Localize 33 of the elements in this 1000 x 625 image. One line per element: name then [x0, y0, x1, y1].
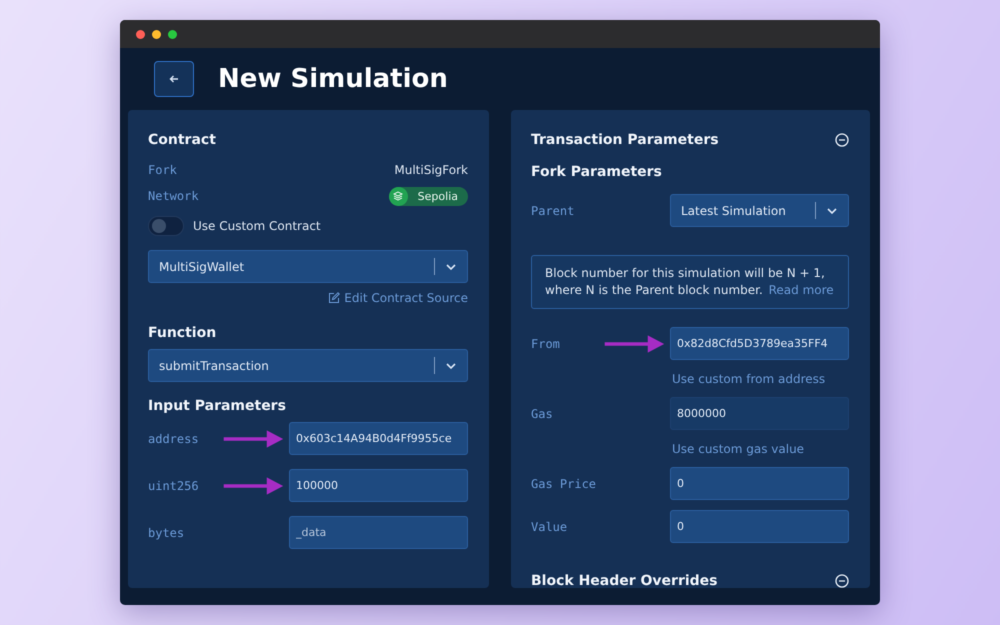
- field-label: Gas Price: [531, 476, 598, 490]
- network-badge: Sepolia: [388, 186, 468, 206]
- contract-select[interactable]: MultiSigWallet: [148, 250, 468, 283]
- section-heading: Block Header Overrides: [531, 573, 718, 589]
- section-subheading: Fork Parameters: [531, 164, 663, 180]
- toggle-label: Use Custom Contract: [193, 219, 321, 233]
- parameter-label: uint256: [148, 478, 200, 492]
- page-title: New Simulation: [218, 64, 448, 94]
- input-field[interactable]: 0: [670, 467, 849, 500]
- function-select[interactable]: submitTransaction: [148, 349, 468, 382]
- parameter-label: address: [148, 432, 200, 446]
- parent-select[interactable]: Latest Simulation: [670, 194, 849, 227]
- input-field[interactable]: 100000: [289, 469, 468, 502]
- field-label: Gas: [531, 406, 554, 420]
- input-field[interactable]: 0: [670, 510, 849, 543]
- field-label: From: [531, 336, 561, 350]
- section-heading: Transaction Parameters: [531, 132, 719, 148]
- section-heading: Contract: [148, 132, 217, 148]
- input-field[interactable]: 0x82d8Cfd5D3789ea35FF4: [670, 327, 849, 360]
- edit-contract-link[interactable]: Edit Contract Source: [328, 291, 468, 305]
- field-label: Value: [531, 520, 568, 534]
- fork-label: Fork: [148, 163, 177, 177]
- input-field[interactable]: _data: [289, 516, 468, 549]
- input-field[interactable]: 0x603c14A94B0d4Ff9955ce: [289, 422, 468, 455]
- parent-label: Parent: [531, 204, 576, 218]
- section-heading: Function: [148, 325, 218, 341]
- read-more-link[interactable]: Read more: [768, 283, 834, 297]
- fork-value: MultiSigFork: [394, 163, 468, 177]
- network-label: Network: [148, 189, 199, 203]
- parameter-label: bytes: [148, 526, 186, 540]
- info-text: Block number for this simulation will be N + 1, where N is the Parent block number. Read more: [545, 266, 834, 297]
- hint-link[interactable]: Use custom from address: [672, 372, 826, 386]
- section-heading: Input Parameters: [148, 398, 287, 414]
